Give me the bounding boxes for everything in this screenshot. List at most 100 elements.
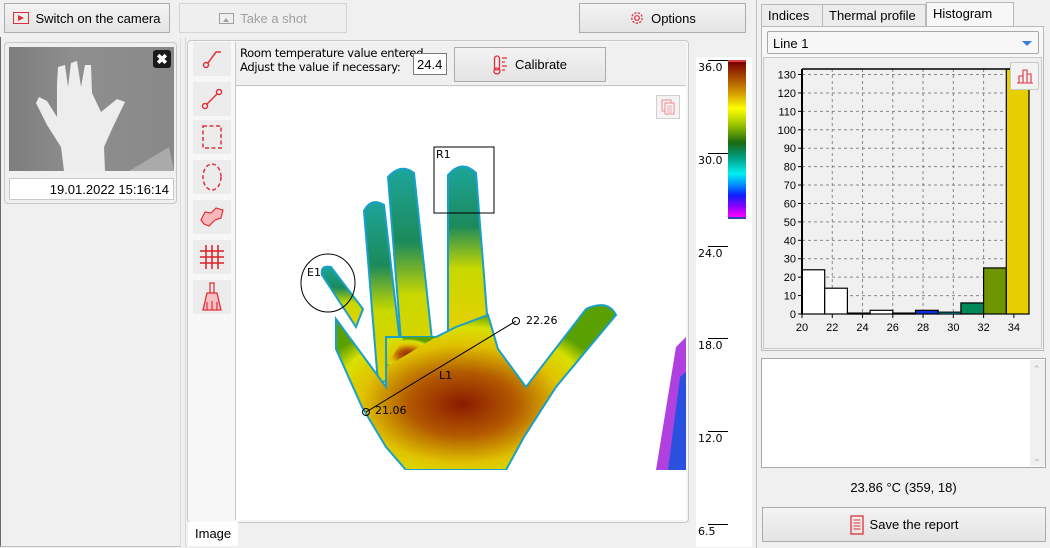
histogram-bar bbox=[983, 267, 1007, 315]
thumbnail-timestamp: 19.01.2022 15:16:14 bbox=[9, 178, 174, 200]
line-start-value: 21.06 bbox=[375, 404, 407, 417]
calibration-message-2: Adjust the value if necessary: bbox=[240, 60, 401, 74]
thermal-image-canvas[interactable]: R1 E1 L1 22.26 21.06 bbox=[236, 87, 686, 520]
histogram-svg: 0 10 20 30 40 50 60 70 80 90 100 110 120 130 20 22 24 26 2… bbox=[778, 68, 1030, 334]
options-label: Options bbox=[651, 10, 696, 26]
ellipse-tool-icon bbox=[202, 163, 222, 191]
y-tick-label: 30 bbox=[784, 254, 796, 266]
y-tick-label: 50 bbox=[784, 217, 796, 229]
calibrate-label: Calibrate bbox=[514, 57, 568, 72]
x-tick-label: 30 bbox=[947, 322, 959, 334]
scroll-up-icon[interactable]: ⌃ bbox=[1033, 364, 1041, 375]
copy-image-button[interactable] bbox=[656, 95, 680, 119]
copy-icon bbox=[661, 99, 675, 115]
close-thumbnail-button[interactable]: ✖ bbox=[153, 50, 171, 68]
close-icon: ✖ bbox=[156, 51, 168, 67]
grid-tool[interactable] bbox=[193, 240, 231, 274]
thumbnail-card[interactable]: ✖ 19.01.2022 15:16:14 bbox=[4, 42, 177, 204]
tab-indices[interactable]: Indices bbox=[761, 4, 823, 26]
tab-thermal-profile[interactable]: Thermal profile bbox=[822, 4, 926, 26]
tab-indices-label: Indices bbox=[768, 8, 810, 23]
line-end-value: 22.26 bbox=[526, 314, 558, 327]
tab-histogram[interactable]: Histogram bbox=[926, 2, 1014, 27]
clear-tool[interactable] bbox=[193, 280, 231, 314]
x-tick-label: 32 bbox=[977, 322, 989, 334]
x-tick-label: 22 bbox=[826, 322, 838, 334]
histogram-bar bbox=[914, 309, 939, 315]
hand-silhouette bbox=[36, 61, 174, 171]
chevron-down-icon bbox=[1022, 41, 1032, 46]
image-tab[interactable]: Image bbox=[188, 522, 238, 546]
switch-camera-button[interactable]: Switch on the camera bbox=[4, 3, 170, 33]
y-tick-label: 130 bbox=[778, 70, 796, 82]
spot-line-tool[interactable] bbox=[193, 42, 231, 76]
y-tick-label: 120 bbox=[778, 88, 796, 100]
scale-label-24: 24.0 bbox=[698, 247, 723, 260]
line-tool[interactable] bbox=[193, 82, 231, 116]
scale-label-6-5: 6.5 bbox=[698, 525, 716, 538]
x-tick-label: 34 bbox=[1008, 322, 1020, 334]
save-report-label: Save the report bbox=[869, 517, 959, 532]
save-report-button[interactable]: Save the report bbox=[762, 507, 1046, 542]
bar-chart-icon bbox=[1016, 69, 1033, 84]
histogram-bar bbox=[824, 287, 849, 315]
histogram-bar bbox=[1005, 68, 1030, 315]
rect-annotation-label: R1 bbox=[436, 148, 451, 161]
rectangle-tool-icon bbox=[202, 125, 222, 149]
x-tick-label: 26 bbox=[887, 322, 899, 334]
chart-type-button[interactable] bbox=[1010, 62, 1039, 90]
color-scale-bar bbox=[728, 60, 746, 219]
play-icon bbox=[13, 12, 30, 24]
y-tick-label: 20 bbox=[784, 272, 796, 284]
y-tick-label: 40 bbox=[784, 235, 796, 247]
notes-scrollbar[interactable]: ⌃ ⌄ bbox=[1030, 360, 1045, 466]
thermal-hand-image: R1 E1 L1 22.26 21.06 bbox=[300, 146, 686, 471]
gear-icon bbox=[631, 12, 643, 24]
rectangle-tool[interactable] bbox=[193, 120, 231, 154]
y-tick-label: 110 bbox=[778, 106, 796, 118]
x-tick-label: 28 bbox=[917, 322, 929, 334]
cursor-readout: 23.86 °C (359, 18) bbox=[850, 480, 957, 495]
ellipse-tool[interactable] bbox=[193, 160, 231, 194]
line-selector[interactable]: Line 1 bbox=[767, 31, 1039, 54]
options-button[interactable]: Options bbox=[579, 3, 746, 33]
scale-label-18: 18.0 bbox=[698, 339, 723, 352]
line-selector-value: Line 1 bbox=[773, 36, 809, 51]
notes-textarea[interactable] bbox=[761, 358, 1046, 468]
histogram-bar bbox=[960, 302, 985, 315]
spot-line-tool-icon bbox=[202, 51, 221, 69]
thumbnail-image[interactable]: ✖ bbox=[9, 47, 174, 171]
switch-camera-label: Switch on the camera bbox=[35, 10, 161, 26]
y-tick-label: 0 bbox=[790, 309, 796, 321]
y-tick-label: 60 bbox=[784, 198, 796, 210]
brush-icon bbox=[202, 282, 222, 311]
x-tick-label: 20 bbox=[796, 322, 808, 334]
scale-label-30: 30.0 bbox=[698, 154, 723, 167]
calibrate-button[interactable]: Calibrate bbox=[454, 47, 606, 82]
scale-label-36: 36.0 bbox=[698, 61, 723, 74]
line-tool-icon bbox=[201, 88, 223, 110]
ellipse-annotation-label: E1 bbox=[307, 266, 321, 279]
y-tick-label: 100 bbox=[778, 125, 796, 137]
image-icon bbox=[219, 12, 235, 24]
tab-thermal-profile-label: Thermal profile bbox=[829, 8, 916, 23]
histogram-bar bbox=[869, 309, 894, 315]
scale-label-12: 12.0 bbox=[698, 432, 723, 445]
line-annotation-label: L1 bbox=[439, 369, 452, 382]
x-tick-label: 24 bbox=[856, 322, 868, 334]
polygon-tool-icon bbox=[200, 207, 224, 227]
tab-histogram-label: Histogram bbox=[933, 6, 993, 21]
y-tick-label: 90 bbox=[784, 143, 796, 155]
room-temperature-input[interactable]: 24.4 bbox=[413, 53, 447, 75]
grid-tool-icon bbox=[200, 245, 224, 269]
polygon-tool[interactable] bbox=[193, 200, 231, 234]
y-tick-label: 80 bbox=[784, 162, 796, 174]
report-icon bbox=[849, 514, 864, 535]
take-shot-button[interactable]: Take a shot bbox=[179, 3, 347, 33]
calibration-message-1: Room temperature value entered. bbox=[240, 46, 427, 60]
y-tick-label: 70 bbox=[784, 180, 796, 192]
histogram-bar bbox=[801, 269, 826, 315]
y-tick-label: 10 bbox=[784, 291, 796, 303]
scroll-down-icon[interactable]: ⌄ bbox=[1033, 453, 1041, 464]
take-shot-label: Take a shot bbox=[240, 10, 307, 26]
